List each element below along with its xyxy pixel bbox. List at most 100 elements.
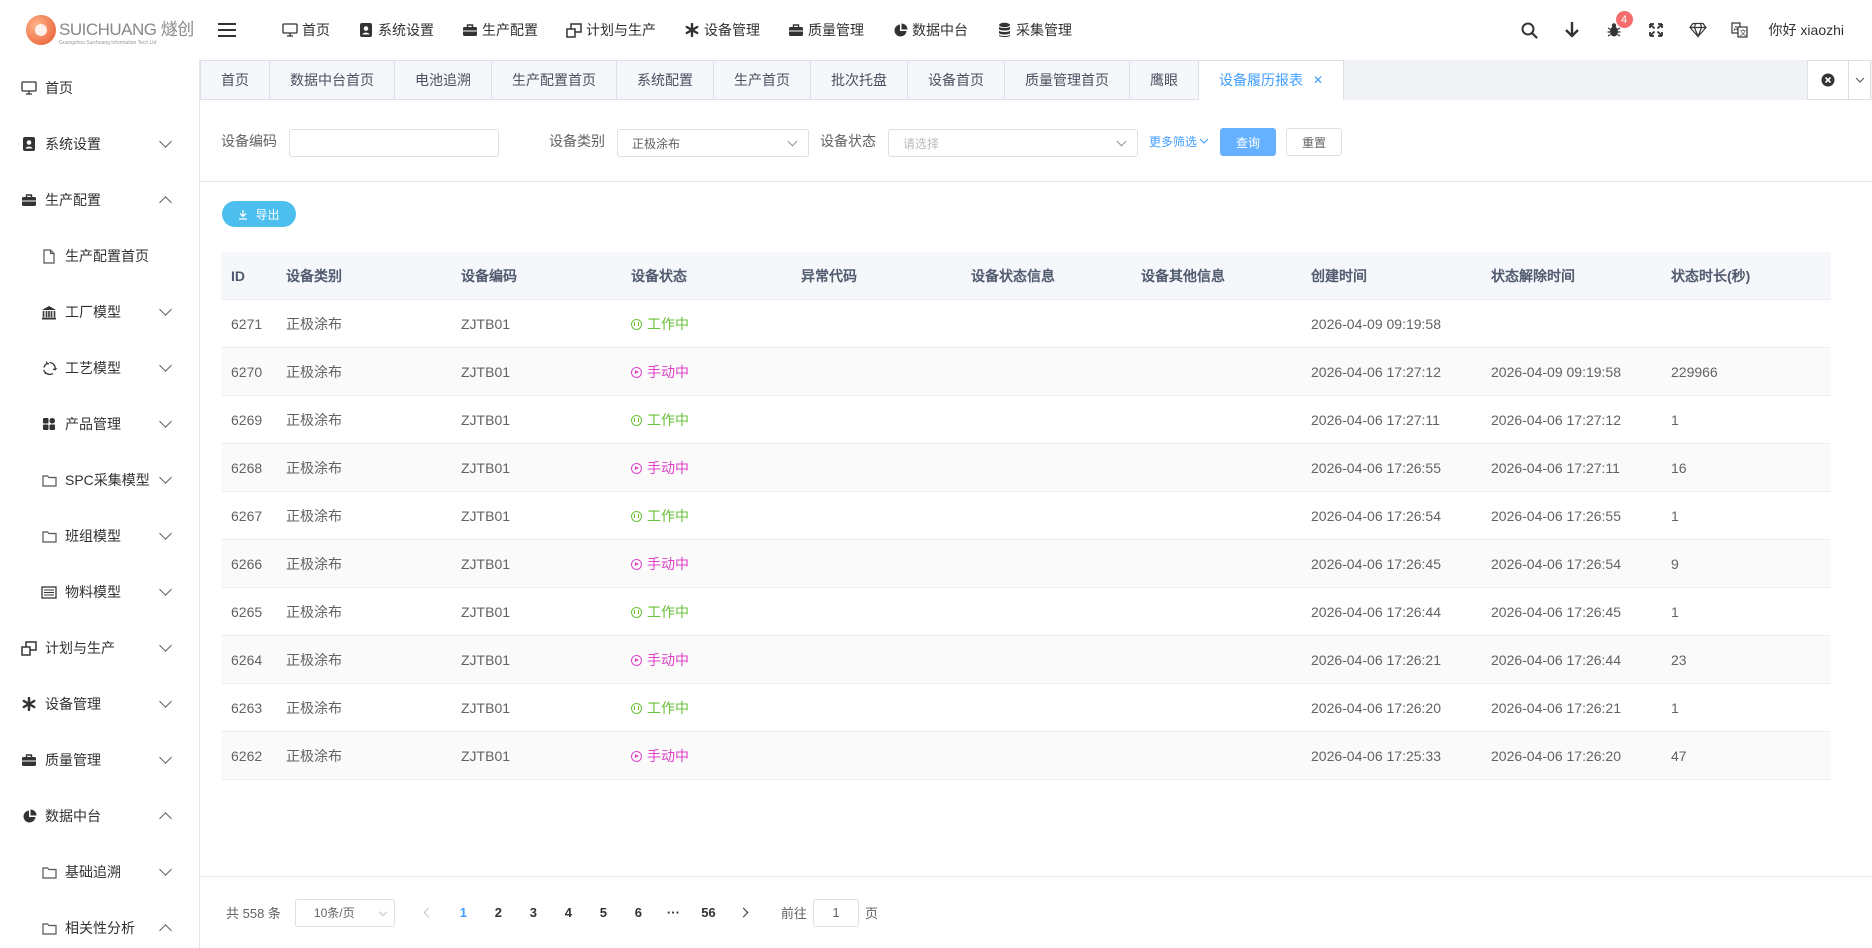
table-cell: 2026-04-06 17:26:20 [1491, 747, 1621, 764]
table-cell: 1 [1671, 699, 1679, 716]
sidebar-item-3[interactable]: 生产配置首页 [0, 228, 199, 284]
tab-close-icon[interactable]: ✕ [1313, 73, 1323, 87]
sidebar-item-15[interactable]: 相关性分析 [0, 900, 199, 948]
more-filters-link[interactable]: 更多筛选 [1149, 100, 1209, 182]
pie-chart-icon [20, 807, 38, 825]
play-circle-icon [631, 462, 642, 474]
table-cell: 6267 [231, 507, 263, 524]
tab-9[interactable]: 鹰眼 [1130, 60, 1199, 100]
topnav-item-4[interactable]: 设备管理 [670, 0, 774, 60]
table-row[interactable]: 6270 正极涂布 ZJTB01 手动中 2026-04-06 17:27:12 2026… [221, 348, 1831, 396]
tab-10[interactable]: 设备履历报表 ✕ [1199, 60, 1345, 100]
bug-notification-icon[interactable]: 4 [1593, 0, 1635, 60]
download-arrow-icon[interactable] [1551, 0, 1593, 60]
sidebar-item-7[interactable]: SPC采集模型 [0, 452, 199, 508]
sidebar-item-14[interactable]: 基础追溯 [0, 844, 199, 900]
table-cell: 手动中 [621, 553, 791, 574]
document-icon [40, 247, 58, 265]
tab-0[interactable]: 首页 [200, 60, 270, 100]
pause-circle-icon [631, 510, 642, 522]
table-row[interactable]: 6265 正极涂布 ZJTB01 工作中 2026-04-06 17:26:44 2026… [221, 588, 1831, 636]
table-cell: 2026-04-06 17:25:33 [1311, 747, 1441, 764]
monitor-icon [20, 79, 38, 97]
next-page-button[interactable] [726, 899, 761, 927]
more-filters-label: 更多筛选 [1149, 134, 1198, 149]
tab-dropdown-chevron-icon[interactable] [1848, 61, 1870, 99]
tab-3[interactable]: 生产配置首页 [492, 60, 617, 100]
tab-label: 生产首页 [734, 72, 790, 88]
status-select[interactable]: 请选择 [888, 129, 1138, 157]
table-row[interactable]: 6262 正极涂布 ZJTB01 手动中 2026-04-06 17:25:33 2026… [221, 732, 1831, 780]
fullscreen-icon[interactable] [1635, 0, 1677, 60]
table-row[interactable]: 6263 正极涂布 ZJTB01 工作中 2026-04-06 17:26:20 2026… [221, 684, 1831, 732]
pagination: 共 558 条 10条/页 1 2 3 4 5 6 ··· 56 前往 1 页 [200, 876, 1872, 948]
prev-page-button[interactable] [411, 899, 446, 927]
translate-icon[interactable]: A文 [1719, 0, 1761, 60]
page-button[interactable]: 3 [516, 899, 551, 927]
sidebar-item-8[interactable]: 班组模型 [0, 508, 199, 564]
table-cell: 2026-04-06 17:26:45 [1311, 555, 1441, 572]
code-input[interactable] [289, 129, 499, 157]
chevron-up-icon [159, 196, 172, 209]
table-row[interactable]: 6266 正极涂布 ZJTB01 手动中 2026-04-06 17:26:45 2026… [221, 540, 1831, 588]
export-button[interactable]: 导出 [222, 201, 296, 227]
topnav-item-0[interactable]: 首页 [268, 0, 344, 60]
logo[interactable]: SUICHUANG 燧创 Guangzhou Suichuang Informa… [0, 0, 200, 60]
tab-7[interactable]: 设备首页 [908, 60, 1005, 100]
table-row[interactable]: 6267 正极涂布 ZJTB01 工作中 2026-04-06 17:26:54 2026… [221, 492, 1831, 540]
page-button[interactable]: 1 [446, 899, 481, 927]
page-button[interactable]: 56 [691, 899, 726, 927]
topnav-item-5[interactable]: 质量管理 [774, 0, 878, 60]
sidebar-item-label: 设备管理 [45, 696, 101, 712]
topnav-item-3[interactable]: 计划与生产 [552, 0, 670, 60]
tab-1[interactable]: 数据中台首页 [270, 60, 395, 100]
page-jump-input[interactable]: 1 [812, 898, 859, 927]
search-icon[interactable] [1509, 0, 1551, 60]
sidebar-item-4[interactable]: 工厂模型 [0, 284, 199, 340]
grid-icon [40, 415, 58, 433]
sidebar-item-1[interactable]: 系统设置 [0, 116, 199, 172]
diamond-icon[interactable] [1677, 0, 1719, 60]
sidebar-item-2[interactable]: 生产配置 [0, 172, 199, 228]
reset-button[interactable]: 重置 [1286, 128, 1342, 156]
page-button[interactable]: 4 [551, 899, 586, 927]
page-size-select[interactable]: 10条/页 [294, 898, 395, 927]
sidebar-item-9[interactable]: 物料模型 [0, 564, 199, 620]
sidebar-item-11[interactable]: 设备管理 [0, 676, 199, 732]
table-cell: 工作中 [621, 313, 791, 334]
page-button[interactable]: 2 [481, 899, 516, 927]
table-row[interactable]: 6271 正极涂布 ZJTB01 工作中 2026-04-09 09:19:58 [221, 300, 1831, 348]
chevron-down-icon [159, 415, 172, 428]
sidebar-item-10[interactable]: 计划与生产 [0, 620, 199, 676]
sidebar-item-6[interactable]: 产品管理 [0, 396, 199, 452]
page-button[interactable]: 5 [586, 899, 621, 927]
user-greeting[interactable]: 你好 xiaozhi [1761, 20, 1872, 40]
topnav-item-7[interactable]: 采集管理 [982, 0, 1086, 60]
tab-5[interactable]: 生产首页 [714, 60, 811, 100]
table-row[interactable]: 6269 正极涂布 ZJTB01 工作中 2026-04-06 17:27:11 2026… [221, 396, 1831, 444]
sidebar-item-5[interactable]: 工艺模型 [0, 340, 199, 396]
query-button[interactable]: 查询 [1220, 128, 1276, 156]
table-row[interactable]: 6268 正极涂布 ZJTB01 手动中 2026-04-06 17:26:55 2026… [221, 444, 1831, 492]
tab-2[interactable]: 电池追溯 [395, 60, 492, 100]
close-all-tabs-icon[interactable] [1808, 61, 1848, 99]
page-button[interactable]: 6 [621, 899, 656, 927]
topnav-item-1[interactable]: 系统设置 [344, 0, 448, 60]
table-cell: 2026-04-06 17:27:12 [1311, 363, 1441, 380]
tab-8[interactable]: 质量管理首页 [1005, 60, 1130, 100]
topnav-item-2[interactable]: 生产配置 [448, 0, 552, 60]
status-badge: 手动中 [631, 746, 689, 766]
sidebar-item-label: 生产配置首页 [65, 248, 149, 264]
tab-6[interactable]: 批次托盘 [811, 60, 908, 100]
table-row[interactable]: 6264 正极涂布 ZJTB01 手动中 2026-04-06 17:26:21 2026… [221, 636, 1831, 684]
category-select[interactable]: 正极涂布 [617, 129, 809, 157]
hamburger-menu-icon[interactable] [218, 23, 246, 37]
tab-4[interactable]: 系统配置 [617, 60, 714, 100]
sidebar-item-0[interactable]: 首页 [0, 60, 199, 116]
table-cell: 6263 [231, 699, 263, 716]
sidebar-item-13[interactable]: 数据中台 [0, 788, 199, 844]
topnav-item-6[interactable]: 数据中台 [878, 0, 982, 60]
table-cell: 正极涂布 [286, 363, 342, 380]
page-ellipsis[interactable]: ··· [656, 899, 691, 927]
sidebar-item-12[interactable]: 质量管理 [0, 732, 199, 788]
